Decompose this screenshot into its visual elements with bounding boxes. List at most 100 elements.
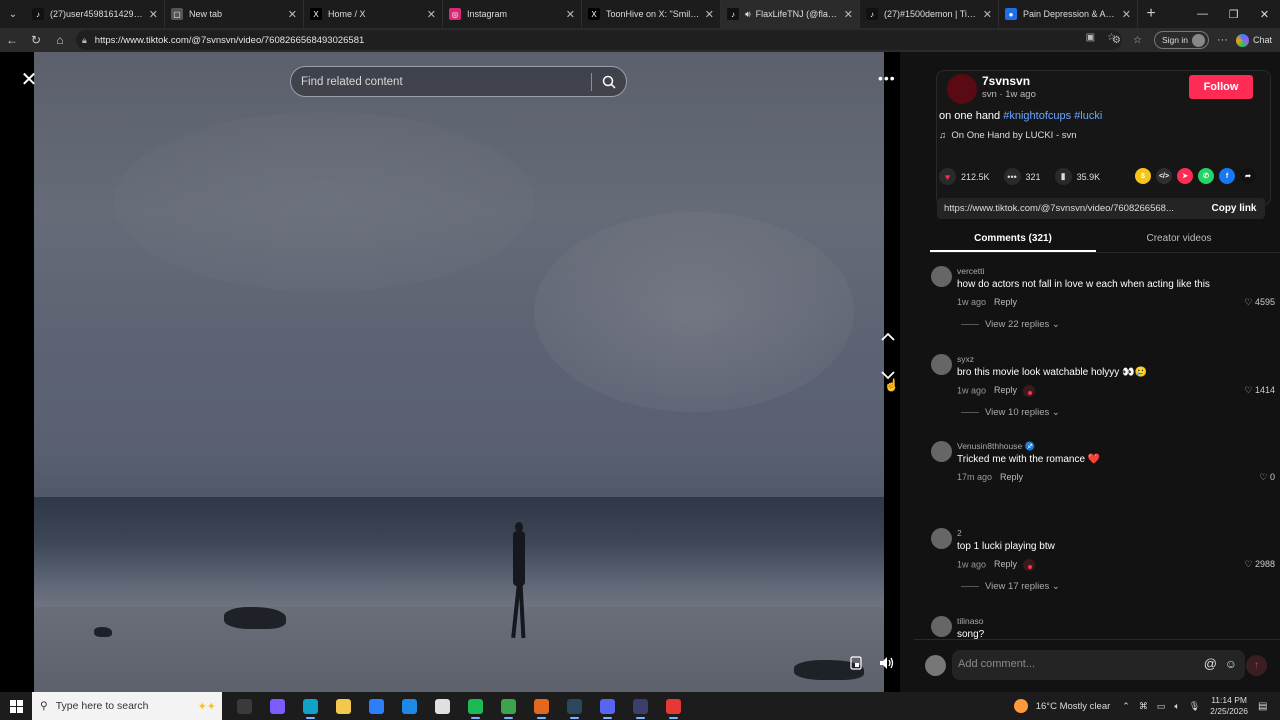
weather-widget[interactable]: 16°C Mostly clear (1013, 699, 1110, 713)
record-taskbar-button[interactable] (657, 692, 690, 720)
hashtag-link[interactable]: #lucki (1074, 110, 1102, 122)
sign-in-button[interactable]: Sign in (1153, 31, 1209, 49)
mail-taskbar-button[interactable] (393, 692, 426, 720)
extensions-icon[interactable]: ⚙ (1112, 35, 1121, 46)
store-taskbar-button[interactable] (360, 692, 393, 720)
browser-tab[interactable]: ● Pain Depression & Anxiety o ✕ (999, 0, 1138, 28)
browser-tab[interactable]: ▢ New tab ✕ (165, 0, 304, 28)
commenter-avatar[interactable] (931, 528, 952, 549)
xbox-taskbar-button[interactable] (492, 692, 525, 720)
copilot-chat-button[interactable]: Chat (1235, 33, 1272, 47)
music-row[interactable]: ♫ On One Hand by LUCKI - svn (939, 130, 1077, 141)
close-tab-icon[interactable]: ✕ (427, 8, 436, 21)
commenter-username[interactable]: 2 (957, 528, 962, 538)
speaker-icon[interactable]: 🔈︎ (1174, 701, 1179, 712)
add-comment-input[interactable]: Add comment... @ ☺ (952, 650, 1245, 680)
microphone-icon[interactable]: 🎙︎ (1189, 701, 1200, 712)
clock[interactable]: 11:14 PM 2/25/2026 (1210, 695, 1248, 717)
home-icon[interactable]: ⌂ (48, 28, 72, 52)
save-button[interactable]: ▮ 35.9K (1054, 168, 1100, 185)
game-taskbar-button[interactable] (525, 692, 558, 720)
close-tab-icon[interactable]: ✕ (844, 8, 853, 21)
refresh-icon[interactable]: ↻ (24, 28, 48, 52)
copilot-taskbar-button[interactable] (261, 692, 294, 720)
monitor-icon[interactable]: ▭ (1157, 701, 1166, 712)
music-title[interactable]: On One Hand by LUCKI - svn (951, 130, 1076, 141)
comment-like-button[interactable]: ♡ 4595 (1244, 297, 1275, 308)
video-link-text[interactable]: https://www.tiktok.com/@7svnsvn/video/76… (937, 203, 1203, 214)
commenter-avatar[interactable] (931, 616, 952, 637)
view-replies-button[interactable]: View 17 replies ⌄ (961, 581, 1060, 592)
commenter-avatar[interactable] (931, 354, 952, 375)
commenter-username[interactable]: Venusin8thhouse ♐ (957, 441, 1035, 452)
close-tab-icon[interactable]: ✕ (1122, 8, 1131, 21)
creator-avatar[interactable] (947, 74, 977, 104)
close-tab-icon[interactable]: ✕ (288, 8, 297, 21)
close-tab-icon[interactable]: ✕ (705, 8, 714, 21)
volume-icon[interactable] (878, 655, 896, 671)
start-button[interactable] (0, 692, 32, 720)
task-view-taskbar-button[interactable] (228, 692, 261, 720)
related-search-input[interactable]: Find related content (291, 76, 591, 88)
chevron-up-icon[interactable]: ⌃ (1122, 701, 1130, 712)
hashtag-link[interactable]: #knightofcups (1003, 110, 1071, 122)
copy-link-button[interactable]: Copy link (1203, 203, 1265, 214)
close-tab-icon[interactable]: ✕ (983, 8, 992, 21)
browser-tab[interactable]: ♪ 🔊︎ FlaxLifeTNJ (@flaxlifetnj ✕ (721, 0, 860, 28)
share-arrow-icon[interactable]: ➦ (1240, 168, 1256, 184)
taskbar-search[interactable]: ⚲ Type here to search ✦✦ (32, 692, 222, 720)
related-search-box[interactable]: Find related content (290, 66, 627, 97)
embed-icon[interactable]: </> (1156, 168, 1172, 184)
edge-taskbar-button[interactable] (294, 692, 327, 720)
app-taskbar-button[interactable] (624, 692, 657, 720)
follow-button[interactable]: Follow (1189, 75, 1253, 99)
back-icon[interactable]: ← (0, 28, 24, 52)
post-comment-button[interactable]: ↑ (1246, 655, 1267, 676)
reply-button[interactable]: Reply (1000, 472, 1023, 482)
more-options-icon[interactable]: ••• (878, 70, 896, 86)
network-icon[interactable]: ⌘ (1139, 701, 1148, 712)
whatsapp-icon[interactable]: ✆ (1198, 168, 1214, 184)
browser-tab[interactable]: X Home / X ✕ (304, 0, 443, 28)
like-button[interactable]: ♥ 212.5K (939, 168, 990, 185)
tiktok-coin-icon[interactable]: $ (1135, 168, 1151, 184)
close-video-icon[interactable]: ✕ (18, 68, 40, 91)
send-icon[interactable]: ➤ (1177, 168, 1193, 184)
comment-like-button[interactable]: ♡ 1414 (1244, 385, 1275, 396)
browser-tab[interactable]: X ToonHive on X: "Smiling Fri ✕ (582, 0, 721, 28)
new-tab-button[interactable]: + (1138, 0, 1164, 28)
commenter-avatar[interactable] (931, 266, 952, 287)
tab-audio-icon[interactable]: 🔊︎ (745, 9, 751, 20)
comments-list[interactable]: vercetti how do actors not fall in love w… (914, 264, 1280, 639)
site-info-icon[interactable]: 🔒︎ (82, 35, 87, 46)
close-tab-icon[interactable]: ✕ (566, 8, 575, 21)
favorites-icon[interactable]: ☆ (1133, 35, 1142, 46)
tab-actions-icon[interactable]: ⌄ (0, 0, 26, 28)
tab-creator-videos[interactable]: Creator videos (1096, 228, 1262, 252)
notifications-icon[interactable]: ▤ (1258, 701, 1272, 712)
reply-button[interactable]: Reply (994, 559, 1017, 569)
reply-button[interactable]: Reply (994, 385, 1017, 395)
steam-taskbar-button[interactable] (558, 692, 591, 720)
restore-icon[interactable]: ❐ (1218, 0, 1249, 28)
view-replies-button[interactable]: View 10 replies ⌄ (961, 407, 1060, 418)
address-bar[interactable]: 🔒︎ https://www.tiktok.com/@7svnsvn/video… (76, 30, 1122, 50)
minimize-icon[interactable]: — (1187, 0, 1218, 28)
reply-button[interactable]: Reply (994, 297, 1017, 307)
close-window-icon[interactable]: ✕ (1249, 0, 1280, 28)
previous-video-icon[interactable] (878, 327, 898, 347)
close-tab-icon[interactable]: ✕ (149, 8, 158, 21)
commenter-avatar[interactable] (931, 441, 952, 462)
mention-icon[interactable]: @ (1204, 656, 1217, 671)
commenter-username[interactable]: syxz (957, 354, 974, 364)
url-text[interactable]: https://www.tiktok.com/@7svnsvn/video/76… (95, 35, 364, 46)
comment-button[interactable]: ••• 321 (1003, 168, 1041, 185)
browser-menu-icon[interactable]: ··· (1217, 34, 1228, 46)
app-available-icon[interactable]: ▣ (1086, 32, 1095, 43)
spotify-taskbar-button[interactable] (459, 692, 492, 720)
commenter-username[interactable]: vercetti (957, 266, 984, 276)
file-explorer-taskbar-button[interactable] (327, 692, 360, 720)
comment-like-button[interactable]: ♡ 0 (1259, 472, 1275, 483)
notepad-taskbar-button[interactable] (426, 692, 459, 720)
browser-tab[interactable]: ♪ (27)#1500demon | TikTok ✕ (860, 0, 999, 28)
